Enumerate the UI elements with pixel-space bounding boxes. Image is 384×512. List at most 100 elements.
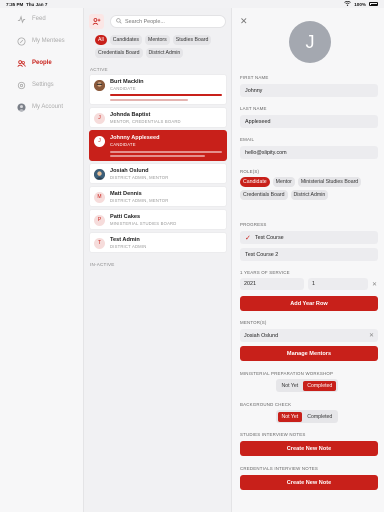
progress-item[interactable]: ✓ Test Course xyxy=(240,231,378,244)
create-studies-note-button[interactable]: Create New Note xyxy=(240,441,378,456)
email-label: EMAIL xyxy=(240,137,255,142)
profile-avatar[interactable]: J xyxy=(289,21,331,63)
filter-chip-all[interactable]: All xyxy=(95,35,107,45)
years-of-service-label: 1 YEARS OF SERVICE xyxy=(240,270,290,275)
list-item[interactable]: T Test Admin DISTRICT ADMIN xyxy=(89,231,227,253)
status-time-date: 7:35 PM Thu Jan 7 xyxy=(6,2,47,7)
sidebar-item-label: My Mentees xyxy=(32,38,65,44)
progress-item-label: Test Course 2 xyxy=(245,251,279,258)
year-field[interactable]: 2021 xyxy=(240,278,304,290)
avatar: T xyxy=(94,237,105,249)
role-chip-ministerial-studies-board[interactable]: Ministerial Studies Board xyxy=(297,177,362,187)
search-icon xyxy=(116,17,122,26)
list-toolbar xyxy=(84,8,231,33)
people-list-panel: All Candidates Mentors Studies Board Cre… xyxy=(84,8,232,512)
list-item[interactable]: J Johnda Baptist MENTOR, CREDENTIALS BOA… xyxy=(89,106,227,128)
sidebar-item-feed[interactable]: Feed xyxy=(0,8,83,30)
role-chips: Candidate Mentor Ministerial Studies Boa… xyxy=(240,177,380,200)
studies-notes-label: STUDIES INTERVIEW NOTES xyxy=(240,432,306,437)
add-user-icon xyxy=(92,13,101,31)
list-item[interactable]: Josiah Oslund DISTRICT ADMIN, MENTOR xyxy=(89,162,227,184)
person-role: CANDIDATE xyxy=(110,86,136,91)
active-section-label: ACTIVE xyxy=(90,67,108,72)
first-name-field[interactable]: Johnny xyxy=(240,84,378,97)
email-field[interactable]: hello@slipity.com xyxy=(240,146,378,159)
person-name: Patti Cakes xyxy=(110,213,141,220)
filter-chip-mentors[interactable]: Mentors xyxy=(145,35,170,45)
remove-mentor-icon[interactable]: ✕ xyxy=(369,332,374,339)
add-person-button[interactable] xyxy=(89,14,104,29)
workshop-label: MINISTERIAL PREPARATION WORKSHOP xyxy=(240,371,334,376)
background-completed-option[interactable]: Completed xyxy=(303,412,336,422)
role-chip-credentials-board[interactable]: Credentials Board xyxy=(240,190,288,200)
list-item[interactable]: M Matt Dennis DISTRICT ADMIN, MENTOR xyxy=(89,185,227,207)
avatar: M xyxy=(94,191,105,203)
sidebar-item-my-account[interactable]: My Account xyxy=(0,96,83,118)
wifi-icon xyxy=(344,0,352,7)
list-item[interactable]: Burt Macklin CANDIDATE xyxy=(89,74,227,105)
role-chip-candidate[interactable]: Candidate xyxy=(240,177,270,187)
search-field[interactable] xyxy=(110,15,226,28)
role-filters: All Candidates Mentors Studies Board Cre… xyxy=(84,33,231,58)
person-name: Matt Dennis xyxy=(110,190,142,197)
remove-year-icon[interactable]: ✕ xyxy=(372,281,377,288)
status-right: 100% xyxy=(344,0,378,7)
person-role: DISTRICT ADMIN, MENTOR xyxy=(110,197,169,203)
progress-item[interactable]: Test Course 2 xyxy=(240,248,378,261)
roles-label: ROLE(S) xyxy=(240,169,260,174)
list-item-text: Burt Macklin CANDIDATE xyxy=(110,79,222,101)
role-chip-mentor[interactable]: Mentor xyxy=(272,177,295,187)
progress-item-label: Test Course xyxy=(254,234,284,241)
sidebar-item-settings[interactable]: Settings xyxy=(0,74,83,96)
background-check-toggle: Not Yet Completed xyxy=(276,410,338,423)
people-icon xyxy=(16,58,26,68)
list-item-text: Patti Cakes MINISTERIAL STUDIES BOARD xyxy=(110,214,222,226)
mentees-icon xyxy=(16,36,26,46)
list-item-text: Johnda Baptist MENTOR, CREDENTIALS BOARD xyxy=(110,112,222,124)
account-icon xyxy=(16,102,26,112)
person-role: MENTOR, CREDENTIALS BOARD xyxy=(110,118,181,124)
avatar xyxy=(94,168,105,180)
person-name: Johnny Appleseed xyxy=(110,134,160,141)
filter-chip-studies-board[interactable]: Studies Board xyxy=(172,35,212,45)
create-credentials-note-button[interactable]: Create New Note xyxy=(240,475,378,490)
list-item-selected[interactable]: J Johnny Appleseed CANDIDATE xyxy=(89,129,227,161)
year-count-field[interactable]: 1 xyxy=(308,278,368,290)
add-year-row-button[interactable]: Add Year Row xyxy=(240,296,378,311)
workshop-completed-option[interactable]: Completed xyxy=(303,380,337,391)
avatar xyxy=(94,80,105,91)
avatar: J xyxy=(94,112,105,124)
filter-chip-credentials-board[interactable]: Credentials Board xyxy=(95,48,143,58)
person-name: Test Admin xyxy=(110,236,140,243)
status-bar: 7:35 PM Thu Jan 7 100% xyxy=(0,0,384,8)
status-time: 7:35 PM xyxy=(6,1,24,7)
workshop-not-yet-option[interactable]: Not Yet xyxy=(278,381,303,391)
close-icon[interactable]: ✕ xyxy=(240,16,248,27)
background-check-label: BACKGROUND CHECK xyxy=(240,402,292,407)
role-chip-district-admin[interactable]: District Admin xyxy=(290,190,329,200)
status-date: Thu Jan 7 xyxy=(25,1,48,7)
year-row: 2021 1 ✕ xyxy=(240,278,378,290)
sidebar-item-label: Settings xyxy=(32,82,54,88)
last-name-label: LAST NAME xyxy=(240,106,267,111)
inactive-section-label: IN-ACTIVE xyxy=(90,261,115,267)
sidebar-item-label: People xyxy=(32,60,52,66)
progress-bar xyxy=(110,150,222,153)
first-name-label: FIRST NAME xyxy=(240,75,269,80)
list-item-text: Test Admin DISTRICT ADMIN xyxy=(110,237,222,249)
workshop-toggle: Not Yet Completed xyxy=(276,379,338,392)
sidebar-item-people[interactable]: People xyxy=(0,52,83,74)
manage-mentors-button[interactable]: Manage Mentors xyxy=(240,346,378,361)
battery-percent: 100% xyxy=(354,1,366,7)
sidebar-nav: Feed My Mentees People Settings My Accou… xyxy=(0,8,84,512)
person-role: MINISTERIAL STUDIES BOARD xyxy=(110,220,177,226)
sidebar-item-my-mentees[interactable]: My Mentees xyxy=(0,30,83,52)
mentors-label: MENTOR(S) xyxy=(240,320,267,325)
search-input[interactable] xyxy=(125,18,205,25)
progress-bar-secondary xyxy=(110,99,189,101)
background-not-yet-option[interactable]: Not Yet xyxy=(277,411,303,422)
last-name-field[interactable]: Appleseed xyxy=(240,115,378,128)
list-item[interactable]: P Patti Cakes MINISTERIAL STUDIES BOARD xyxy=(89,208,227,230)
filter-chip-candidates[interactable]: Candidates xyxy=(109,35,143,45)
filter-chip-district-admin[interactable]: District Admin xyxy=(145,48,184,58)
